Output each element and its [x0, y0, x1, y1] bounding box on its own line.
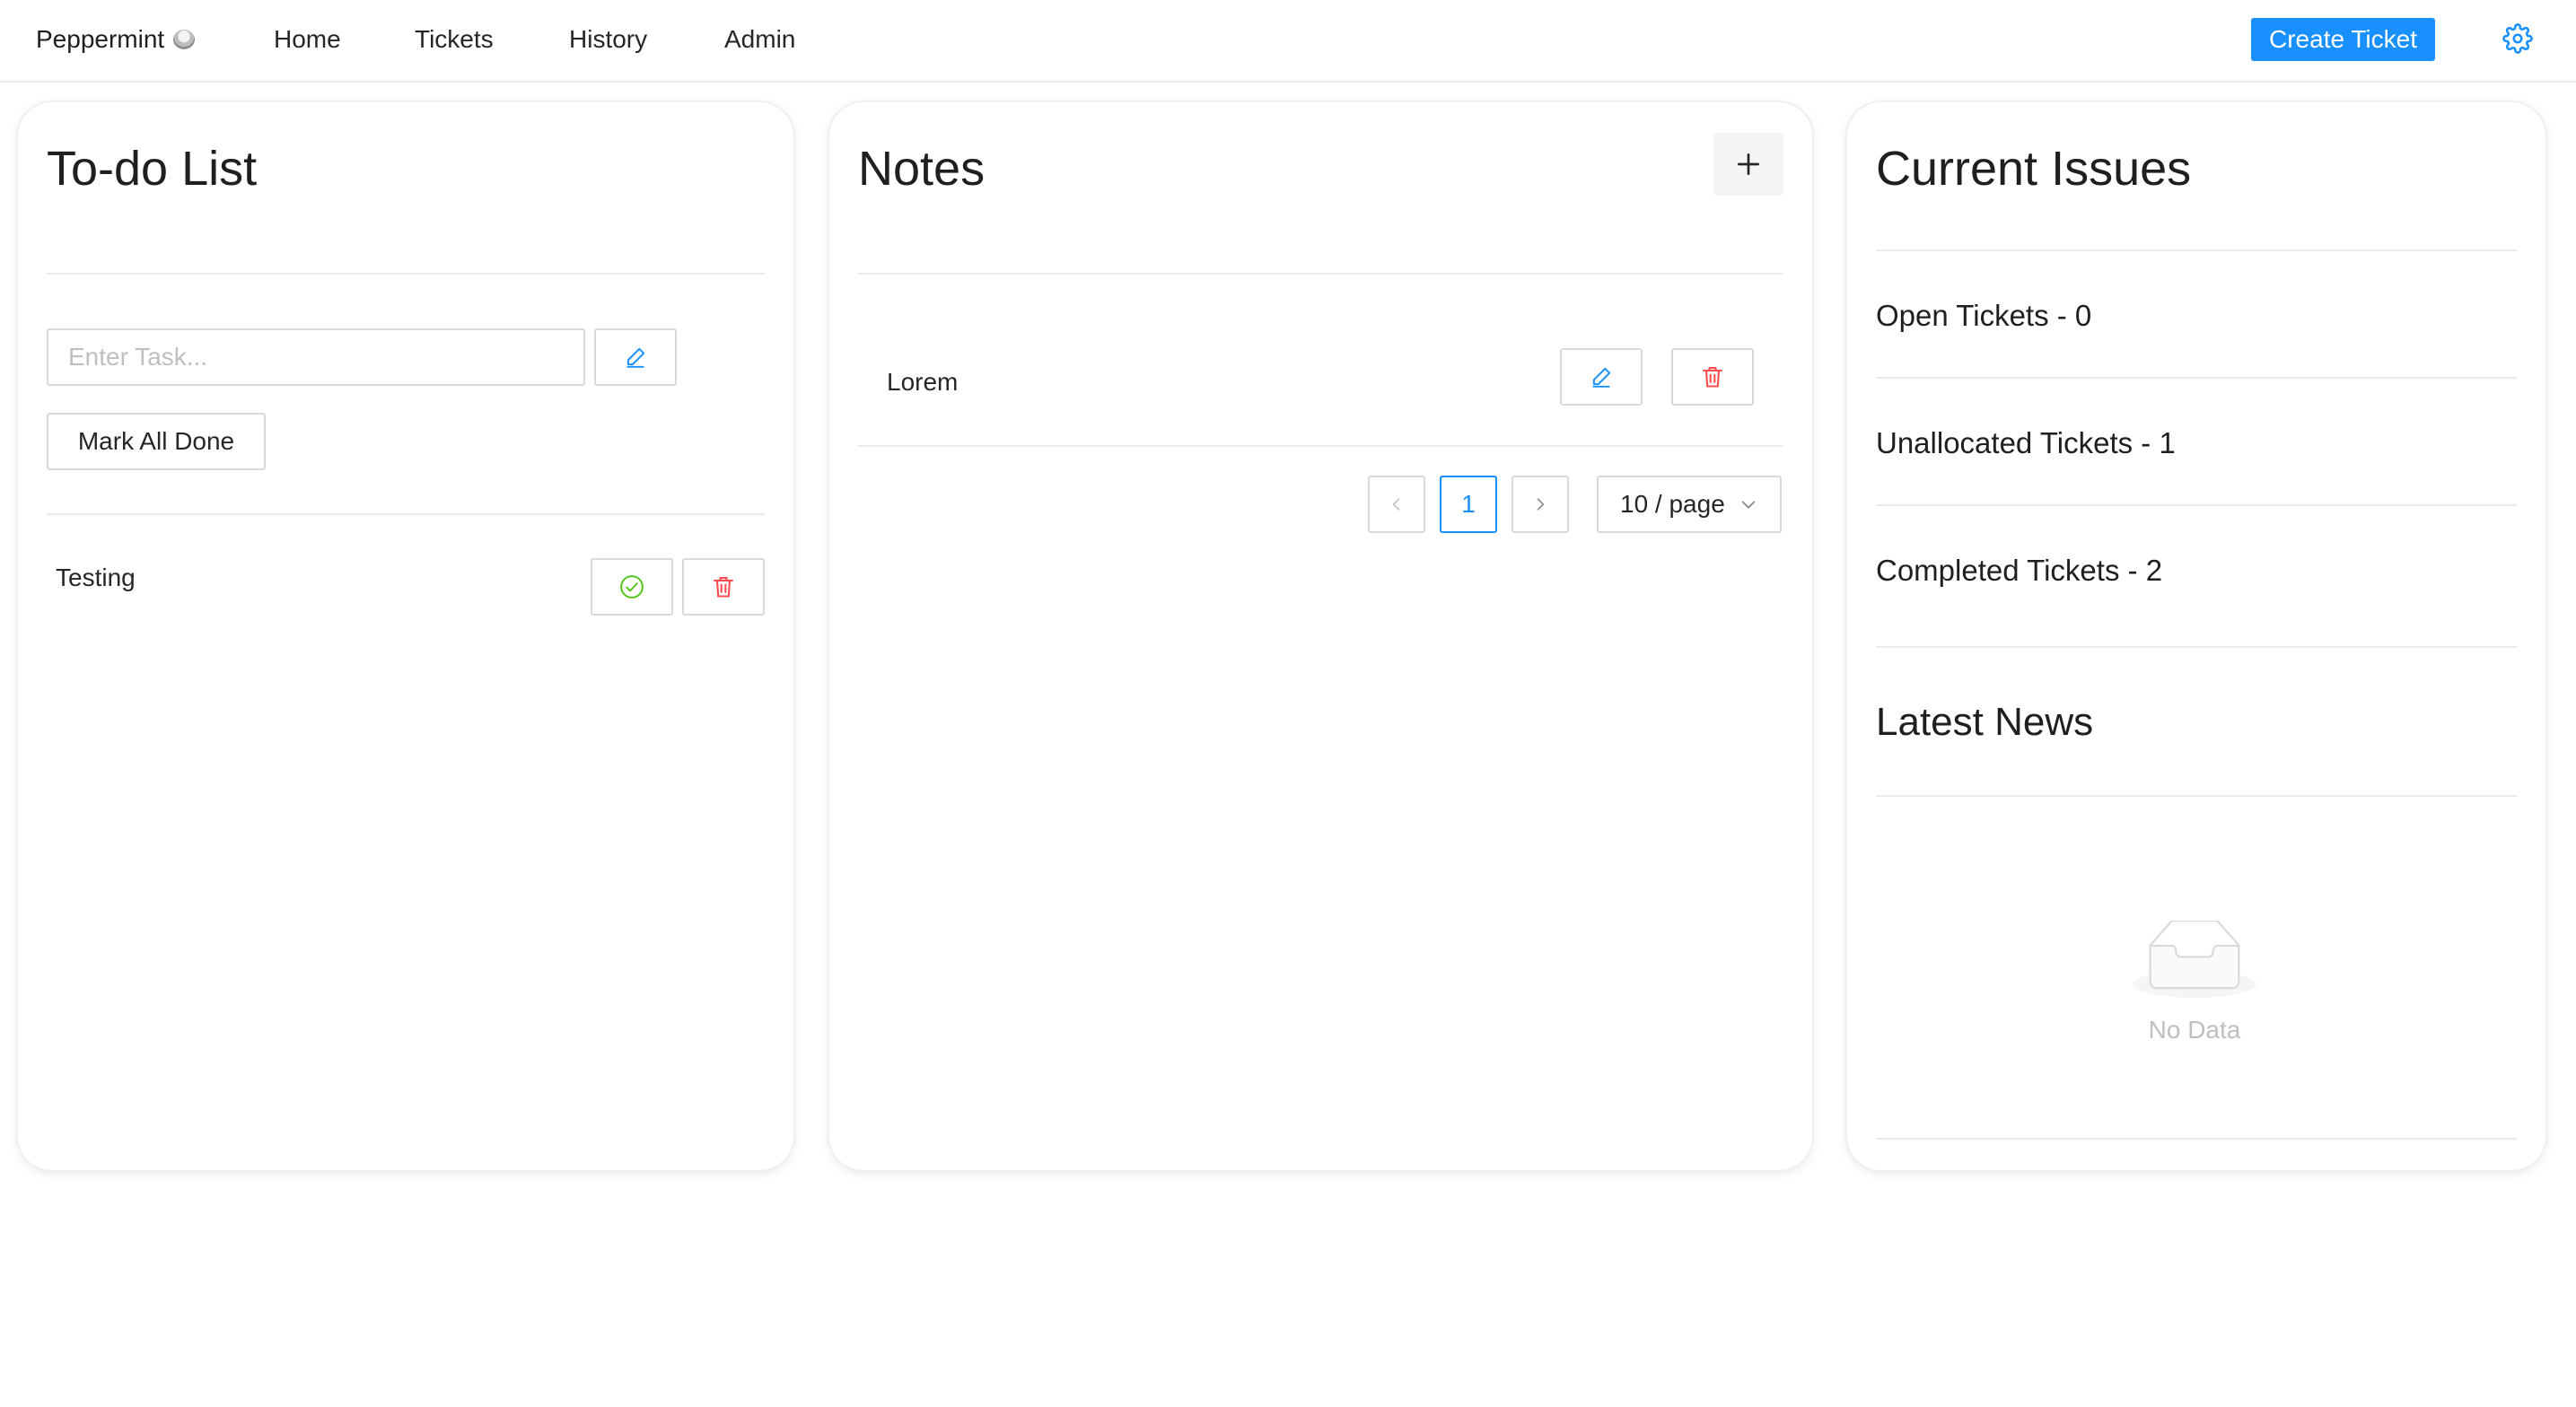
task-input[interactable] [47, 328, 585, 386]
todo-card: To-do List Mark All Done Testing [18, 102, 793, 1170]
complete-task-button[interactable] [591, 558, 673, 616]
trash-icon [714, 577, 733, 598]
unallocated-tickets-stat: Unallocated Tickets - 1 [1876, 426, 2176, 459]
stat-divider [1876, 646, 2517, 648]
chevron-right-icon [1537, 498, 1545, 511]
notes-list-divider [858, 445, 1783, 447]
news-bottom-divider [1876, 1138, 2517, 1140]
page-number-button[interactable]: 1 [1440, 476, 1497, 533]
add-note-button[interactable] [1713, 133, 1783, 196]
pencil-icon [626, 347, 645, 368]
check-circle-icon [620, 575, 644, 599]
edit-note-button[interactable] [1560, 348, 1643, 406]
notes-header-divider [858, 273, 1783, 275]
top-navbar: Peppermint Home Tickets History Admin Cr… [0, 0, 2576, 83]
stat-divider [1876, 377, 2517, 379]
delete-note-button[interactable] [1671, 348, 1754, 406]
current-issues-title: Current Issues [1876, 142, 2192, 196]
current-issues-card: Current Issues [1847, 102, 2545, 1170]
issues-header-divider [1876, 249, 2517, 251]
add-task-button[interactable] [594, 328, 677, 386]
pencil-icon [1592, 367, 1611, 388]
nav-item-history[interactable]: History [569, 23, 647, 56]
next-page-button[interactable] [1511, 476, 1569, 533]
brand[interactable]: Peppermint [36, 23, 196, 56]
plus-icon [1738, 153, 1759, 175]
latest-news-title: Latest News [1876, 700, 2094, 744]
nav-item-admin[interactable]: Admin [724, 23, 795, 56]
todo-title: To-do List [47, 142, 258, 196]
todo-list-divider [47, 513, 765, 515]
empty-state-text: No Data [2148, 1016, 2241, 1044]
open-tickets-stat: Open Tickets - 0 [1876, 299, 2092, 332]
trash-icon [1703, 367, 1722, 388]
task-text: Testing [56, 564, 136, 591]
nav-item-tickets[interactable]: Tickets [415, 23, 494, 56]
empty-inbox-icon [2133, 921, 2256, 998]
notes-title: Notes [858, 142, 986, 196]
gear-icon[interactable] [2502, 23, 2533, 54]
brand-name[interactable]: Peppermint [36, 23, 164, 56]
notes-card: Notes Lorem 1 [829, 102, 1812, 1170]
peppermint-logo-icon [173, 30, 196, 49]
todo-header-divider [47, 273, 765, 275]
page-size-select[interactable]: 10 / page [1597, 476, 1782, 533]
nav-item-home[interactable]: Home [274, 23, 341, 56]
delete-task-button[interactable] [682, 558, 765, 616]
stat-divider [1876, 504, 2517, 506]
completed-tickets-stat: Completed Tickets - 2 [1876, 554, 2163, 587]
page-size-value: 10 / page [1620, 490, 1725, 518]
news-header-divider [1876, 795, 2517, 797]
prev-page-button[interactable] [1368, 476, 1425, 533]
mark-all-done-button[interactable]: Mark All Done [47, 413, 266, 470]
chevron-left-icon [1392, 498, 1400, 511]
create-ticket-button[interactable]: Create Ticket [2251, 18, 2435, 61]
note-text: Lorem [887, 368, 959, 396]
chevron-down-icon [1741, 501, 1756, 509]
